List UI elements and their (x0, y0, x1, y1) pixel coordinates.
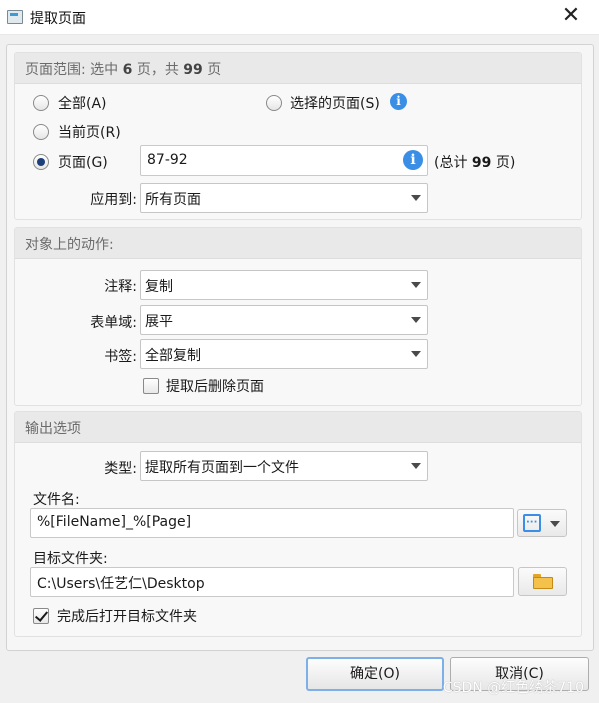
apply-to-label: 应用到: (90, 192, 137, 208)
bookmark-value: 全部复制 (145, 348, 201, 364)
type-label: 类型: (104, 461, 137, 477)
macro-icon: ··· (523, 514, 541, 532)
chevron-down-icon (411, 351, 421, 357)
chevron-down-icon (550, 521, 560, 527)
chevron-down-icon (411, 317, 421, 323)
header-mid: 页，共 (136, 62, 179, 78)
filename-input[interactable]: %[FileName]_%[Page] (30, 508, 514, 538)
bookmark-select[interactable]: 全部复制 (140, 339, 428, 369)
pages-input[interactable]: 87-92 i (140, 145, 428, 176)
close-icon[interactable]: ✕ (558, 3, 584, 29)
filename-label: 文件名: (33, 492, 80, 508)
radio-current-page-label: 当前页(R) (58, 125, 121, 141)
radio-selected-pages[interactable] (266, 95, 282, 111)
page-range-header-text: 页面范围: 选中 6 页，共 99 页 (25, 59, 221, 79)
radio-pages[interactable] (33, 154, 49, 170)
total-count: 99 (183, 62, 203, 78)
watermark: CSDN @红色绣茶710 (442, 680, 584, 696)
selected-count: 6 (122, 62, 133, 78)
delete-after-label: 提取后删除页面 (166, 379, 264, 395)
radio-all[interactable] (33, 95, 49, 111)
output-header: 输出选项 (15, 412, 581, 443)
object-actions-header-text: 对象上的动作: (25, 237, 114, 253)
target-folder-label: 目标文件夹: (33, 551, 108, 567)
object-actions-header: 对象上的动作: (15, 228, 581, 259)
header-suffix: 页 (207, 62, 222, 78)
type-value: 提取所有页面到一个文件 (145, 460, 299, 476)
open-after-label: 完成后打开目标文件夹 (57, 609, 197, 625)
bookmark-label: 书签: (104, 349, 137, 365)
annotation-value: 复制 (145, 279, 173, 295)
app-icon (7, 10, 23, 24)
chevron-down-icon (411, 282, 421, 288)
macro-dropdown-button[interactable]: ··· (517, 509, 567, 537)
pages-input-value: 87-92 (147, 152, 188, 168)
filename-value: %[FileName]_%[Page] (37, 514, 192, 530)
radio-selected-pages-label: 选择的页面(S) (290, 96, 380, 112)
chevron-down-icon (411, 463, 421, 469)
window-title: 提取页面 (30, 11, 86, 27)
total-value: 99 (471, 155, 492, 171)
total-suffix: 页) (495, 155, 516, 171)
info-icon[interactable]: i (403, 150, 423, 170)
form-field-select[interactable]: 展平 (140, 305, 428, 335)
form-field-label: 表单域: (90, 315, 137, 331)
annotation-select[interactable]: 复制 (140, 270, 428, 300)
apply-to-value: 所有页面 (145, 192, 201, 208)
radio-pages-label: 页面(G) (58, 155, 108, 171)
target-folder-value: C:\Users\任艺仁\Desktop (37, 576, 205, 592)
chevron-down-icon (411, 195, 421, 201)
total-pages-text: (总计 99 页) (434, 152, 515, 172)
ok-button[interactable]: 确定(O) (306, 657, 444, 691)
target-folder-input[interactable]: C:\Users\任艺仁\Desktop (30, 567, 514, 597)
type-select[interactable]: 提取所有页面到一个文件 (140, 451, 428, 481)
apply-to-select[interactable]: 所有页面 (140, 183, 428, 213)
dialog-titlebar: 提取页面 ✕ (0, 0, 599, 35)
macro-glyph: ··· (526, 517, 538, 528)
radio-current-page[interactable] (33, 124, 49, 140)
header-prefix: 页面范围: 选中 (25, 62, 119, 78)
open-after-checkbox[interactable] (33, 608, 49, 624)
total-prefix: (总计 (434, 155, 468, 171)
delete-after-checkbox[interactable] (143, 378, 159, 394)
page-range-header: 页面范围: 选中 6 页，共 99 页 (15, 53, 581, 84)
output-header-text: 输出选项 (25, 421, 81, 437)
folder-icon (533, 574, 553, 589)
annotation-label: 注释: (104, 279, 137, 295)
browse-folder-button[interactable] (518, 567, 567, 596)
form-field-value: 展平 (145, 314, 173, 330)
radio-all-label: 全部(A) (58, 96, 107, 112)
info-icon[interactable]: i (390, 93, 407, 110)
